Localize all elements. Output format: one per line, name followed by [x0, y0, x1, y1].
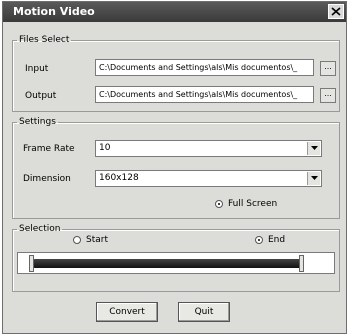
start-slider-handle[interactable] — [29, 255, 34, 272]
dimension-label: Dimension — [23, 174, 71, 184]
full-screen-radio-dot — [215, 200, 223, 208]
settings-legend: Settings — [19, 117, 56, 127]
quit-button[interactable]: Quit — [178, 302, 230, 322]
close-button[interactable] — [328, 4, 344, 19]
frame-rate-value: 10 — [99, 143, 111, 153]
full-screen-label: Full Screen — [228, 199, 278, 209]
chevron-down-icon — [311, 176, 318, 180]
output-browse-button[interactable]: ... — [320, 88, 336, 103]
window-title: Motion Video — [13, 5, 95, 18]
output-path-field[interactable]: C:\Documents and Settings\als\Mis docume… — [95, 86, 314, 103]
settings-group: Settings — [12, 117, 340, 219]
start-radio[interactable]: Start — [73, 235, 108, 245]
output-label: Output — [25, 91, 57, 101]
start-radio-dot — [73, 236, 81, 244]
selection-legend: Selection — [19, 224, 61, 234]
input-path-field[interactable]: C:\Documents and Settings\als\Mis docume… — [95, 59, 314, 76]
frame-rate-select[interactable]: 10 — [95, 140, 322, 157]
dimension-value: 160x128 — [99, 173, 139, 183]
selection-range-bar — [33, 259, 301, 268]
dimension-select[interactable]: 160x128 — [95, 170, 322, 187]
end-radio-dot — [255, 236, 263, 244]
full-screen-radio[interactable]: Full Screen — [215, 199, 277, 209]
motion-video-window: Motion Video Files Select Input C:\Docum… — [2, 1, 347, 334]
close-icon — [331, 7, 341, 16]
convert-button[interactable]: Convert — [96, 302, 158, 322]
files-select-legend: Files Select — [19, 35, 70, 45]
end-label: End — [268, 235, 286, 245]
input-label: Input — [25, 64, 49, 74]
frame-rate-dropdown-button[interactable] — [307, 142, 320, 155]
frame-rate-label: Frame Rate — [23, 144, 75, 154]
end-slider-handle[interactable] — [299, 255, 304, 272]
start-label: Start — [86, 235, 108, 245]
dimension-dropdown-button[interactable] — [307, 172, 320, 185]
title-bar[interactable]: Motion Video — [3, 2, 346, 22]
chevron-down-icon — [311, 146, 318, 150]
input-browse-button[interactable]: ... — [320, 61, 336, 76]
end-radio[interactable]: End — [255, 235, 285, 245]
